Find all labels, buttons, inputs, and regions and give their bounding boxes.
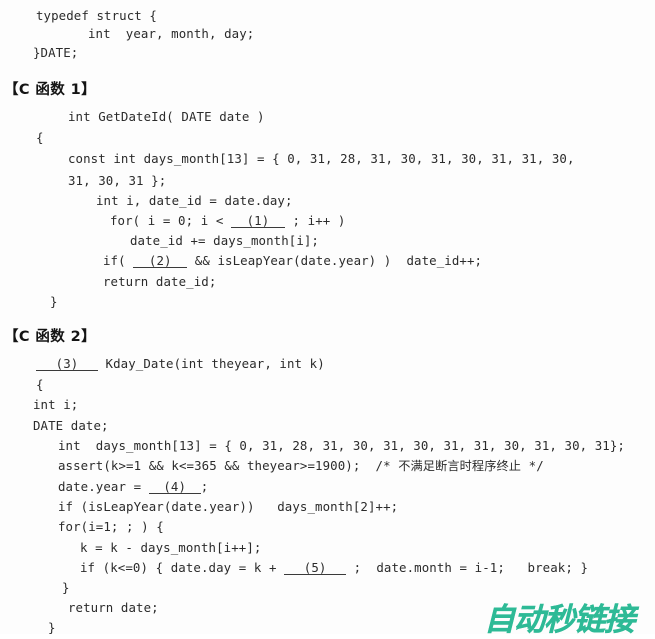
answer-blank-3[interactable]: (3) bbox=[36, 357, 98, 371]
code-text: return date; bbox=[68, 600, 159, 615]
answer-blank-2[interactable]: (2) bbox=[133, 254, 188, 268]
code-text: date.year = bbox=[58, 479, 149, 494]
code-text: assert(k>=1 && k<=365 && theyear>=1900);… bbox=[58, 458, 399, 473]
code-text: 31, 30, 31 }; bbox=[68, 173, 167, 188]
section-1-code-line-7: if( (2) && isLeapYear(date.year) ) date_… bbox=[103, 254, 482, 268]
code-text: && isLeapYear(date.year) ) date_id++; bbox=[187, 253, 483, 268]
code-text: } bbox=[62, 580, 70, 595]
section-2-code-line-0: (3) Kday_Date(int theyear, int k) bbox=[36, 357, 325, 371]
code-text: Kday_Date(int theyear, int k) bbox=[98, 356, 325, 371]
code-text: DATE date; bbox=[33, 418, 109, 433]
section-1-code-line-8: return date_id; bbox=[103, 275, 216, 289]
section-1-code-line-5: for( i = 0; i < (1) ; i++ ) bbox=[110, 214, 345, 228]
code-text: int i; bbox=[33, 397, 79, 412]
answer-blank-5[interactable]: (5) bbox=[284, 561, 347, 575]
section-2-code-line-5: assert(k>=1 && k<=365 && theyear>=1900);… bbox=[58, 458, 544, 474]
code-text: for( i = 0; i < bbox=[110, 213, 231, 228]
section-1-code-line-1: { bbox=[36, 131, 44, 145]
section-2-code-line-11: } bbox=[62, 581, 70, 595]
struct-code-line-1: int year, month, day; bbox=[88, 27, 254, 41]
section-2-code-line-9: k = k - days_month[i++]; bbox=[80, 541, 261, 555]
section-2-code-line-2: int i; bbox=[33, 398, 78, 412]
section-2-code-line-12: return date; bbox=[68, 601, 159, 615]
document-page: typedef struct {int year, month, day;}DA… bbox=[0, 0, 655, 638]
code-text: typedef struct { bbox=[36, 8, 157, 23]
section-1-code-line-2: const int days_month[13] = { 0, 31, 28, … bbox=[68, 152, 575, 166]
section-2-code-line-8: for(i=1; ; ) { bbox=[58, 520, 164, 534]
section-2-code-line-7: if (isLeapYear(date.year)) days_month[2]… bbox=[58, 500, 398, 514]
code-text: int year, month, day; bbox=[88, 26, 255, 41]
code-text: } bbox=[48, 620, 56, 635]
section-1-code-line-0: int GetDateId( DATE date ) bbox=[68, 110, 265, 124]
code-text: int days_month[13] = { 0, 31, 28, 31, 30… bbox=[58, 438, 625, 453]
section-2-code-line-6: date.year = (4); bbox=[58, 480, 208, 494]
code-text: const int days_month[13] = { 0, 31, 28, … bbox=[68, 151, 575, 166]
code-text: if (k<=0) { date.day = k + bbox=[80, 560, 285, 575]
code-text: ; bbox=[200, 479, 209, 494]
inline-comment-cjk: 不满足断言时程序终止 bbox=[398, 459, 522, 473]
code-text: for(i=1; ; ) { bbox=[58, 519, 164, 534]
code-text: return date_id; bbox=[103, 274, 217, 289]
code-text: if (isLeapYear(date.year)) days_month[2]… bbox=[58, 499, 399, 514]
code-text: int i, date_id = date.day; bbox=[96, 193, 293, 208]
code-text: { bbox=[36, 130, 44, 145]
watermark: 自动秒链接 bbox=[484, 602, 635, 638]
answer-blank-4[interactable]: (4) bbox=[148, 480, 201, 494]
code-text: ; date.month = i-1; break; } bbox=[346, 560, 589, 575]
section-1-code-line-3: 31, 30, 31 }; bbox=[68, 174, 166, 188]
code-text: }DATE; bbox=[33, 45, 79, 60]
section-1-code-line-6: date_id += days_month[i]; bbox=[130, 234, 319, 248]
section-2-code-line-1: { bbox=[36, 378, 44, 392]
section-1-code-line-9: } bbox=[50, 295, 58, 309]
struct-code-line-2: }DATE; bbox=[33, 46, 78, 60]
section-1-code-line-4: int i, date_id = date.day; bbox=[96, 194, 293, 208]
section-2-code-line-10: if (k<=0) { date.day = k + (5) ; date.mo… bbox=[80, 561, 588, 575]
answer-blank-1[interactable]: (1) bbox=[230, 214, 285, 228]
code-text: if( bbox=[103, 253, 134, 268]
struct-code-line-0: typedef struct { bbox=[36, 9, 157, 23]
code-text: { bbox=[36, 377, 44, 392]
code-text: ; i++ ) bbox=[284, 213, 346, 228]
code-text: k = k - days_month[i++]; bbox=[80, 540, 262, 555]
section-2-code-line-4: int days_month[13] = { 0, 31, 28, 31, 30… bbox=[58, 439, 625, 453]
code-text: */ bbox=[521, 458, 544, 473]
code-text: int GetDateId( DATE date ) bbox=[68, 109, 265, 124]
section-heading-2: 【C 函数 2】 bbox=[4, 329, 97, 345]
code-text: date_id += days_month[i]; bbox=[130, 233, 319, 248]
section-2-code-line-3: DATE date; bbox=[33, 419, 109, 433]
section-heading-1: 【C 函数 1】 bbox=[4, 82, 97, 98]
section-2-code-line-13: } bbox=[48, 621, 56, 635]
code-text: } bbox=[50, 294, 58, 309]
